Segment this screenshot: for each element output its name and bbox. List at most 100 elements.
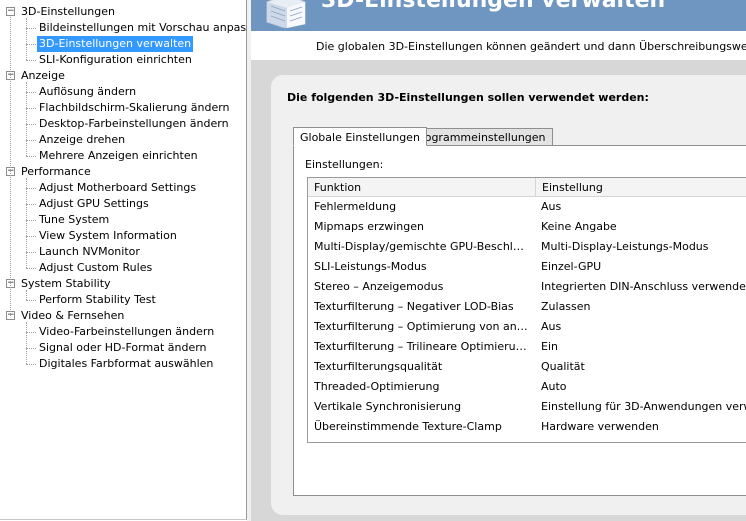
tree-item-adjust-motherboard-settings[interactable]: Adjust Motherboard Settings [0,180,244,196]
tree-item-adjust-custom-rules[interactable]: Adjust Custom Rules [0,260,244,276]
tree-item-label: Adjust GPU Settings [39,197,149,210]
panel-title: Die folgenden 3D-Einstellungen sollen ve… [287,91,649,104]
settings-panel: Die folgenden 3D-Einstellungen sollen ve… [271,75,746,515]
tree-connector [26,268,36,269]
tab-global-settings[interactable]: Globale Einstellungen [293,127,427,146]
tree-item-video-fernsehen[interactable]: − Video & Fernsehen [0,308,244,324]
table-row[interactable]: Multi-Display/gemischte GPU-Beschleunigu… [308,237,746,257]
tree-item-sli-konfiguration-einrichten[interactable]: SLI-Konfiguration einrichten [0,52,244,68]
tree-connector [26,156,36,157]
function-cell: Vertikale Synchronisierung [314,400,462,413]
tree-item-label: Tune System [39,213,110,226]
table-row[interactable]: Texturfilterung – Trilineare Optimierung… [308,337,746,357]
setting-cell[interactable]: Ein [541,337,746,357]
table-row[interactable]: SLI-Leistungs-Modus Einzel-GPU [308,257,746,277]
tree-connector [26,188,36,189]
tree-item-adjust-gpu-settings[interactable]: Adjust GPU Settings [0,196,244,212]
tree-connector [26,300,36,301]
tree-item-anzeige-drehen[interactable]: Anzeige drehen [0,132,244,148]
tree-connector [26,18,27,60]
tree-connector [26,348,36,349]
tree-item-auflösung-ändern[interactable]: Auflösung ändern [0,84,244,100]
tree-connector [26,108,36,109]
collapse-toggle-icon[interactable]: − [6,7,15,16]
function-cell: Multi-Display/gemischte GPU-Beschleunigu… [314,240,528,253]
3d-cube-icon [266,0,306,28]
tree-connector [26,60,36,61]
tree-item-desktop-farbeinstellungen-ändern[interactable]: Desktop-Farbeinstellungen ändern [0,116,244,132]
tree-connector [26,178,27,268]
setting-cell[interactable]: Integrierten DIN-Anschluss verwenden [541,277,746,297]
function-cell: Mipmaps erzwingen [314,220,425,233]
setting-cell[interactable]: Hardware verwenden [541,417,746,437]
tree-item-label: Signal oder HD-Format ändern [39,341,207,354]
tree-item-label: Mehrere Anzeigen einrichten [39,149,198,162]
tree-item-view-system-information[interactable]: View System Information [0,228,244,244]
function-cell: Übereinstimmende Texture-Clamp [314,420,502,433]
tree-item-video-farbeinstellungen-ändern[interactable]: Video-Farbeinstellungen ändern [0,324,244,340]
tree-item-label: Adjust Custom Rules [39,261,153,274]
column-header-setting[interactable]: Einstellung [536,178,746,197]
tree-connector [26,332,36,333]
tree-item-label: Anzeige drehen [39,133,126,146]
table-row[interactable]: Fehlermeldung Aus [308,197,746,217]
page-description: Die globalen 3D-Einstellungen können geä… [316,40,746,53]
tree-item-system-stability[interactable]: − System Stability [0,276,244,292]
tree-item-signal-oder-hd-format-ändern[interactable]: Signal oder HD-Format ändern [0,340,244,356]
setting-cell[interactable]: Aus [541,317,746,337]
tree-connector [26,252,36,253]
table-row[interactable]: Vertikale Synchronisierung Einstellung fü… [308,397,746,417]
tree-item-tune-system[interactable]: Tune System [0,212,244,228]
table-row[interactable]: Threaded-Optimierung Auto [308,377,746,397]
tree-item-digitales-farbformat-auswählen[interactable]: Digitales Farbformat auswählen [0,356,244,372]
tree-item-anzeige[interactable]: − Anzeige [0,68,244,84]
tree-connector [10,17,11,316]
setting-cell[interactable]: Aus [541,197,746,217]
tree-connector [26,124,36,125]
tree-connector [26,322,27,364]
setting-cell[interactable]: Multi-Display-Leistungs-Modus [541,237,746,257]
settings-grid[interactable]: Funktion Einstellung Fehlermeldung Aus Mip… [307,177,746,443]
content-pane: 3D-Einstellungen verwalten Die globalen … [251,0,746,521]
page-title: 3D-Einstellungen verwalten [321,0,666,13]
function-cell: Texturfilterungsqualität [314,360,443,373]
tree-item-label: Launch NVMonitor [39,245,140,258]
table-row[interactable]: Texturfilterung – Negativer LOD-Bias Zula… [308,297,746,317]
setting-cell[interactable]: Zulassen [541,297,746,317]
tree-item-3d-einstellungen[interactable]: −3D-Einstellungen [0,4,244,20]
tree-item-label: Flachbildschirm-Skalierung ändern [39,101,230,114]
tree-item-bildeinstellungen-mit-vorschau-anpassen[interactable]: Bildeinstellungen mit Vorschau anpassen [0,20,266,36]
setting-cell[interactable]: Qualität [541,357,746,377]
setting-cell[interactable]: Einstellung für 3D-Anwendungen verwenden [541,397,746,417]
tree-item-perform-stability-test[interactable]: Perform Stability Test [0,292,244,308]
table-row[interactable]: Texturfilterungsqualität Qualität [308,357,746,377]
table-row[interactable]: Übereinstimmende Texture-Clamp Hardware v… [308,417,746,437]
table-row[interactable]: Texturfilterung – Optimierung von anisot… [308,317,746,337]
table-row[interactable]: Mipmaps erzwingen Keine Angabe [308,217,746,237]
table-row[interactable]: Stereo – Anzeigemodus Integrierten DIN-An… [308,277,746,297]
column-header-function[interactable]: Funktion [308,178,536,197]
tree-item-label: 3D-Einstellungen verwalten [37,36,194,52]
function-cell: Texturfilterung – Trilineare Optimierung [314,340,528,353]
tree-item-performance[interactable]: − Performance [0,164,244,180]
setting-cell[interactable]: Keine Angabe [541,217,746,237]
tree-item-label: Perform Stability Test [39,293,156,306]
setting-cell[interactable]: Auto [541,377,746,397]
tree-item-label: Video-Farbeinstellungen ändern [39,325,215,338]
tree-item-launch-nvmonitor[interactable]: Launch NVMonitor [0,244,244,260]
function-cell: SLI-Leistungs-Modus [314,260,427,273]
navigation-tree: −3D-Einstellungen Bildeinstellungen mit V… [0,0,266,520]
tree-item-label: View System Information [39,229,177,242]
tree-item-flachbildschirm-skalierung-ändern[interactable]: Flachbildschirm-Skalierung ändern [0,100,244,116]
tree-item-mehrere-anzeigen-einrichten[interactable]: Mehrere Anzeigen einrichten [0,148,244,164]
page-header: 3D-Einstellungen verwalten [251,0,746,31]
setting-cell[interactable]: Einzel-GPU [541,257,746,277]
function-cell: Fehlermeldung [314,200,397,213]
settings-label: Einstellungen: [305,158,384,171]
function-cell: Threaded-Optimierung [314,380,440,393]
tree-item-label: Auflösung ändern [39,85,137,98]
tree-connector [26,220,36,221]
tree-item-3d-einstellungen-verwalten[interactable]: 3D-Einstellungen verwalten [0,36,244,52]
tab-program-settings[interactable]: Programmeinstellungen [407,128,553,146]
tree-connector [26,82,27,156]
